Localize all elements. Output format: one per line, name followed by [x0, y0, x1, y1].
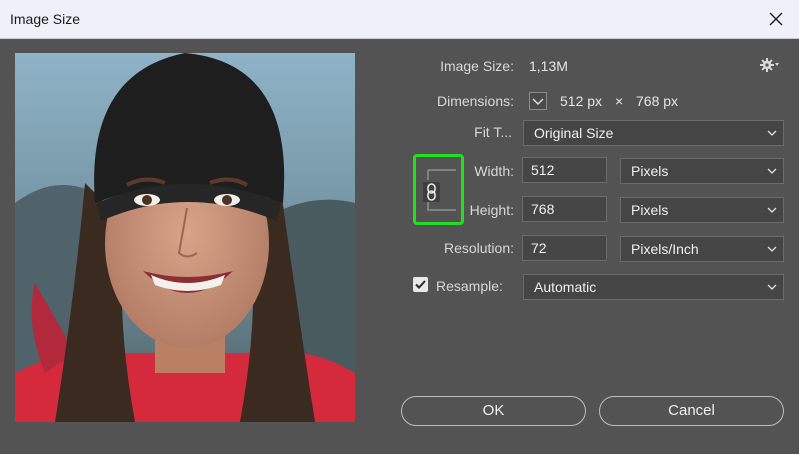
fit-to-label: Fit T...: [474, 124, 512, 140]
constrain-proportions-button[interactable]: [423, 182, 440, 202]
portrait-photo: [15, 53, 355, 422]
chevron-down-icon: [767, 168, 777, 174]
resample-label: Resample:: [436, 278, 503, 294]
chevron-down-icon: [532, 98, 544, 105]
resample-method-select[interactable]: Automatic: [523, 274, 784, 300]
chevron-down-icon: [767, 207, 777, 213]
chevron-down-icon: [767, 130, 777, 136]
window-title: Image Size: [10, 11, 81, 27]
dimensions-label: Dimensions:: [436, 93, 514, 109]
image-size-label: Image Size:: [440, 58, 514, 74]
fit-to-value: Original Size: [534, 125, 614, 141]
width-value: 512: [531, 162, 555, 178]
close-button[interactable]: [753, 0, 799, 38]
gear-icon: [760, 58, 779, 72]
chevron-down-icon: [767, 284, 777, 290]
height-input[interactable]: 768: [522, 196, 607, 222]
resolution-label: Resolution:: [443, 240, 514, 256]
height-unit-select[interactable]: Pixels: [620, 197, 784, 223]
resample-method-value: Automatic: [534, 279, 597, 295]
dimensions-height-value: 768 px: [636, 93, 679, 109]
height-value: 768: [531, 201, 555, 217]
width-label: Width:: [474, 163, 514, 179]
resolution-input[interactable]: 72: [522, 235, 607, 261]
chevron-down-icon: [767, 246, 777, 252]
resolution-value: 72: [531, 240, 547, 256]
resolution-unit-select[interactable]: Pixels/Inch: [620, 236, 784, 262]
ok-button[interactable]: OK: [401, 396, 586, 426]
checkmark-icon: [415, 280, 426, 289]
height-label: Height:: [469, 202, 514, 218]
cancel-button[interactable]: Cancel: [599, 396, 784, 426]
chain-link-icon: [427, 183, 436, 201]
width-input[interactable]: 512: [522, 157, 607, 183]
dimensions-width-value: 512 px: [560, 93, 603, 109]
resample-checkbox[interactable]: [413, 277, 428, 292]
dimensions-units-toggle[interactable]: [529, 92, 547, 110]
image-preview[interactable]: [15, 53, 355, 422]
width-unit-select[interactable]: Pixels: [620, 158, 784, 184]
image-size-value: 1,13M: [529, 58, 568, 74]
image-size-dialog: Image Size: 1,13M Dimensions: 512 px × 7…: [0, 39, 799, 454]
dimensions-times-sign: ×: [615, 93, 624, 109]
height-unit-value: Pixels: [631, 202, 669, 218]
title-bar: Image Size: [0, 0, 799, 39]
resolution-unit-value: Pixels/Inch: [631, 241, 699, 257]
settings-button[interactable]: [760, 57, 780, 76]
width-unit-value: Pixels: [631, 163, 669, 179]
close-icon: [769, 12, 783, 26]
fit-to-select[interactable]: Original Size: [523, 120, 784, 146]
